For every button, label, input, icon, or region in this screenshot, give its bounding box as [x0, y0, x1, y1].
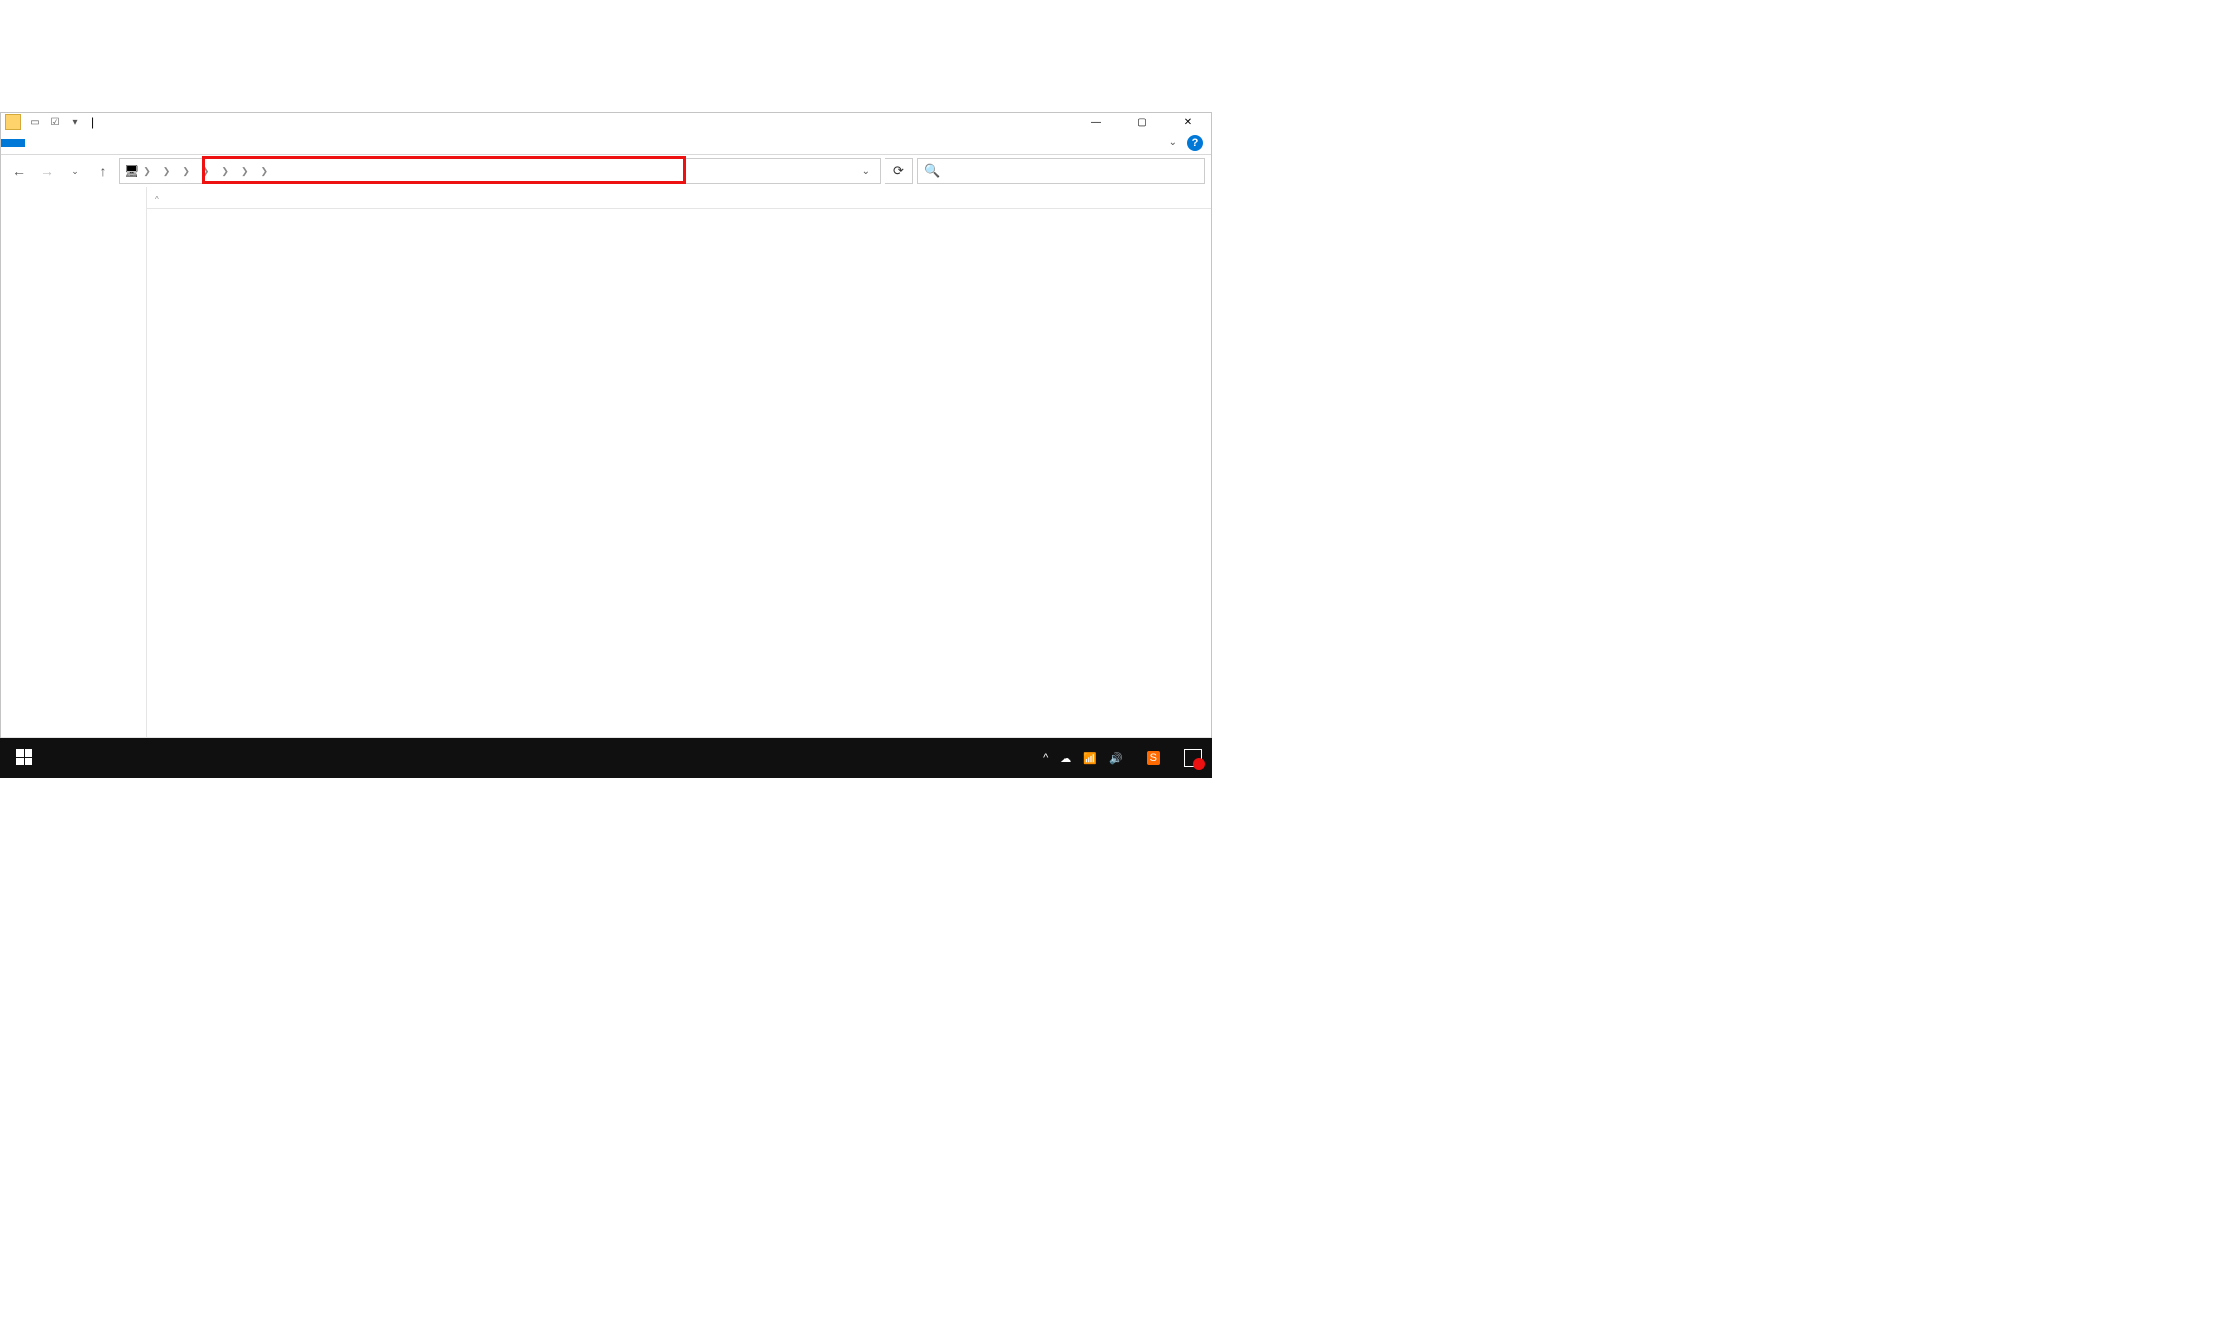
body: ^	[1, 187, 1211, 737]
tab-home[interactable]	[25, 139, 49, 147]
tray-chevron-up-icon[interactable]: ^	[1043, 752, 1048, 764]
address-bar[interactable]: 🖥 ❯ ❯ ❯ ❯ ❯ ❯ ❯ ⌄	[119, 158, 881, 184]
annotation-address-highlight	[202, 156, 686, 184]
chevron-right-icon: ❯	[139, 166, 155, 177]
system-tray: ^ ☁ 📶 🔊 S	[1033, 749, 1212, 767]
tray-volume-icon[interactable]: 🔊	[1109, 752, 1123, 765]
quick-access-toolbar: ▭ ☑ ▾	[27, 114, 83, 130]
search-icon: 🔍	[924, 163, 940, 179]
ribbon-expand-icon[interactable]: ⌄	[1169, 137, 1177, 148]
tray-onedrive-icon[interactable]: ☁	[1060, 752, 1071, 765]
col-name[interactable]: ^	[147, 191, 427, 205]
sort-asc-icon: ^	[155, 195, 159, 204]
file-listing: ^	[147, 187, 1211, 737]
nav-up-button[interactable]: ↑	[91, 159, 115, 183]
search-input[interactable]: 🔍	[917, 158, 1205, 184]
start-button[interactable]	[0, 738, 48, 778]
address-dropdown-icon[interactable]: ⌄	[856, 166, 876, 177]
address-row: ← → ⌄ ↑ 🖥 ❯ ❯ ❯ ❯ ❯ ❯ ❯ ⌄ ⟳ 🔍	[1, 155, 1211, 187]
qa-properties-icon[interactable]: ▭	[27, 114, 43, 130]
nav-forward-button[interactable]: →	[35, 159, 59, 183]
ribbon-tabs: ⌄ ?	[1, 131, 1211, 155]
tab-share[interactable]	[49, 139, 73, 147]
nav-pane[interactable]	[1, 187, 147, 737]
chevron-right-icon: ❯	[159, 166, 175, 177]
windows-logo-icon	[16, 749, 32, 765]
help-button[interactable]: ?	[1187, 135, 1203, 151]
chevron-right-icon: ❯	[257, 166, 273, 177]
file-rows[interactable]	[147, 209, 1211, 737]
explorer-window: ▭ ☑ ▾ | — ▢ ✕ ⌄ ? ← → ⌄ ↑ 🖥 ❯ ❯	[0, 112, 1212, 760]
chevron-right-icon: ❯	[217, 166, 233, 177]
tab-view[interactable]	[73, 139, 97, 147]
qa-checkbox-icon[interactable]: ☑	[47, 114, 63, 130]
notif-badge	[1193, 758, 1205, 770]
column-headers: ^	[147, 187, 1211, 209]
nav-back-button[interactable]: ←	[7, 159, 31, 183]
chevron-right-icon: ❯	[237, 166, 253, 177]
notifications-button[interactable]	[1184, 749, 1202, 767]
tray-network-icon[interactable]: 📶	[1083, 752, 1097, 765]
folder-icon	[5, 114, 21, 130]
qa-dropdown-icon[interactable]: ▾	[67, 114, 83, 130]
chevron-right-icon: ❯	[198, 166, 214, 177]
chevron-right-icon: ❯	[178, 166, 194, 177]
titlebar: ▭ ☑ ▾ | — ▢ ✕	[1, 113, 1211, 131]
nav-recent-dropdown[interactable]: ⌄	[63, 159, 87, 183]
refresh-button[interactable]: ⟳	[885, 158, 913, 184]
tab-file[interactable]	[1, 139, 25, 147]
tray-sogou-icon[interactable]: S	[1147, 751, 1160, 765]
taskbar: ^ ☁ 📶 🔊 S	[0, 738, 1212, 778]
pc-icon: 🖥	[124, 164, 139, 178]
